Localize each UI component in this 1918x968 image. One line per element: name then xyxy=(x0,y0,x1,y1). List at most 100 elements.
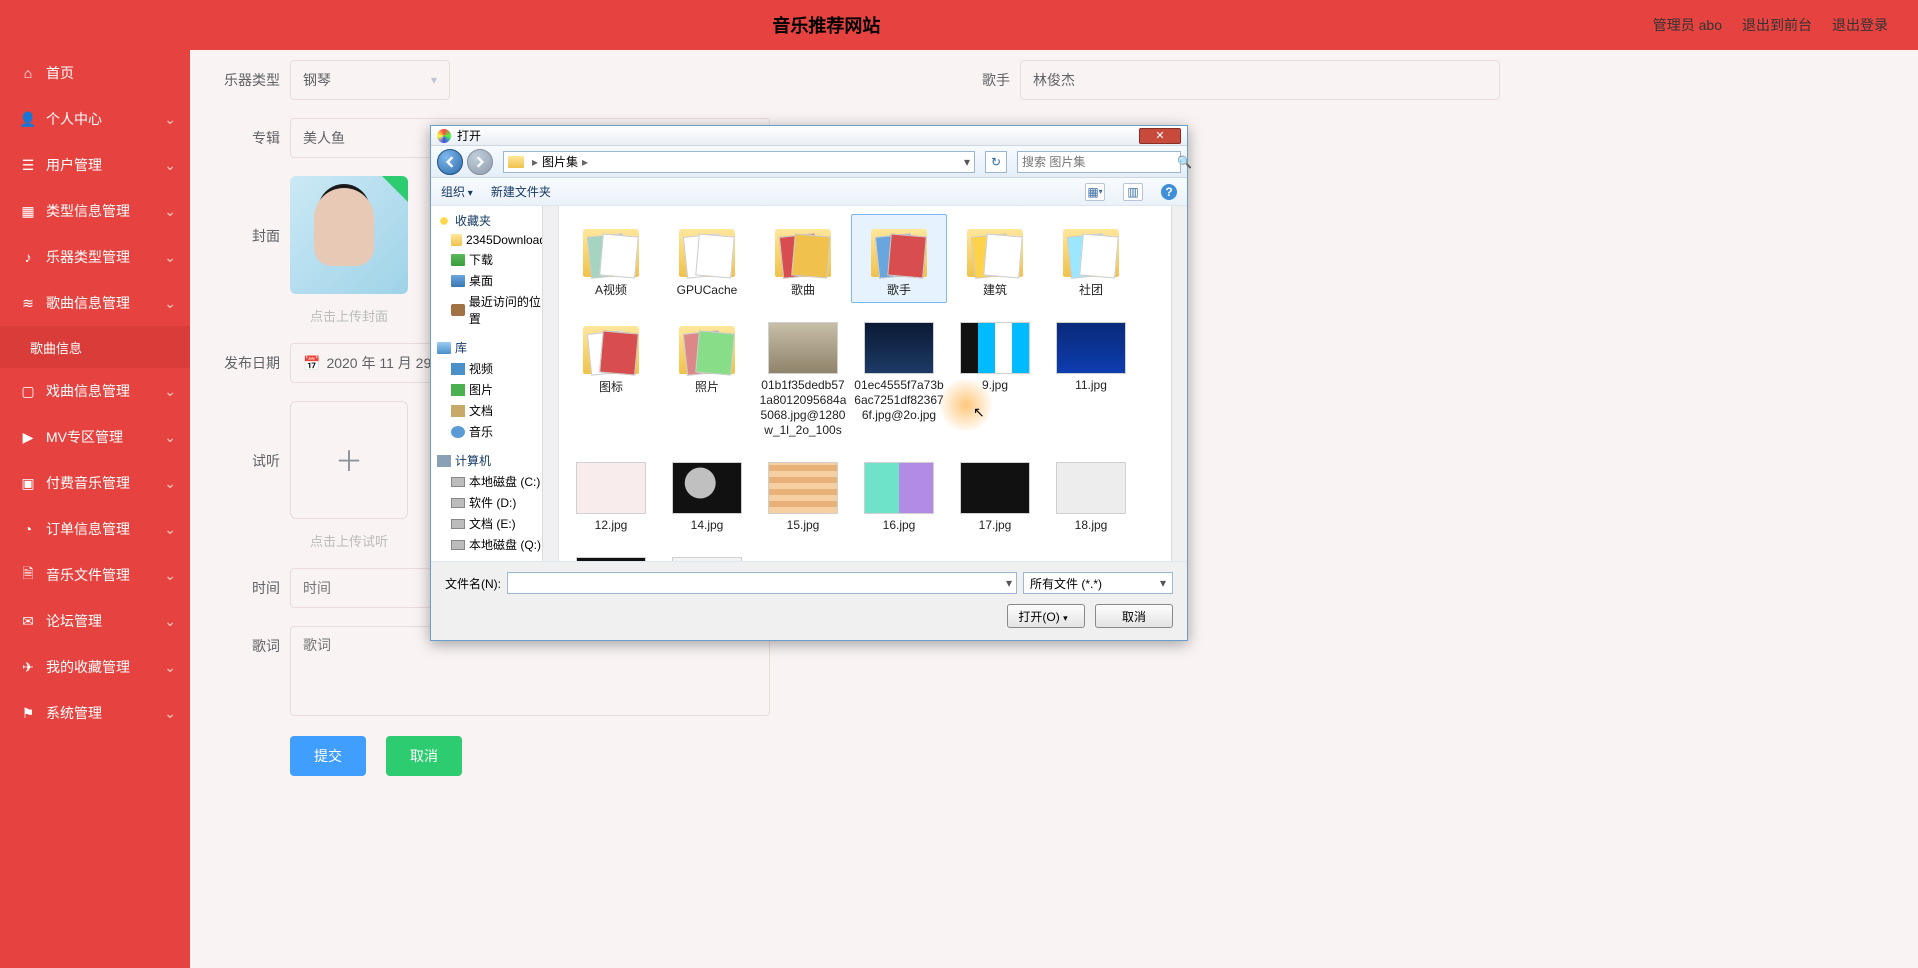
chevron-down-icon: ⌄ xyxy=(164,659,176,676)
back-button[interactable] xyxy=(437,149,463,175)
dialog-titlebar[interactable]: 打开 ✕ xyxy=(431,126,1187,146)
image-thumbnail xyxy=(960,322,1030,374)
chevron-down-icon: ⌄ xyxy=(164,111,176,128)
tree-item[interactable]: 2345Downloads xyxy=(431,231,558,249)
folder-item[interactable]: 照片 xyxy=(659,311,755,443)
sidebar-item-label: 用户管理 xyxy=(46,155,102,175)
sidebar-item-instrument[interactable]: ♪ 乐器类型管理⌄ xyxy=(0,234,190,280)
chevron-down-icon: ⌄ xyxy=(164,383,176,400)
sidebar-item-flag[interactable]: ⚑ 系统管理⌄ xyxy=(0,690,190,736)
folder-item[interactable]: 歌手 xyxy=(851,214,947,303)
tree-item[interactable]: 音乐 xyxy=(431,421,558,442)
folder-item[interactable]: 社团 xyxy=(1043,214,1139,303)
folder-item[interactable]: 建筑 xyxy=(947,214,1043,303)
filename-dropdown-icon[interactable]: ▾ xyxy=(1006,576,1012,590)
instrument-select[interactable]: 钢琴 ▾ xyxy=(290,60,450,100)
tree-item[interactable]: 下载 xyxy=(431,249,558,270)
preview-pane-button[interactable]: ▥ xyxy=(1123,183,1143,201)
view-mode-button[interactable]: ▦▾ xyxy=(1085,183,1105,201)
singer-input[interactable] xyxy=(1020,60,1500,100)
logout-link[interactable]: 退出登录 xyxy=(1832,15,1888,35)
image-item[interactable]: 16.jpg xyxy=(851,451,947,538)
filename-field[interactable] xyxy=(512,576,1006,590)
file-name: 图标 xyxy=(599,380,623,395)
path-root[interactable]: 图片集 xyxy=(542,153,578,170)
sidebar-item-paid[interactable]: ▣ 付费音乐管理⌄ xyxy=(0,460,190,506)
drive-icon xyxy=(451,519,465,529)
label-time: 时间 xyxy=(220,578,280,598)
folder-item[interactable]: 歌曲 xyxy=(755,214,851,303)
organize-menu[interactable]: 组织 xyxy=(441,183,473,200)
sidebar-subitem[interactable]: 歌曲信息 xyxy=(0,326,190,368)
tree-group-head[interactable]: 库 xyxy=(431,337,558,358)
tree-item[interactable]: 本地磁盘 (Q:) xyxy=(431,534,558,555)
lib-icon xyxy=(437,342,451,354)
sidebar-item-users[interactable]: ☰ 用户管理⌄ xyxy=(0,142,190,188)
file-scrollbar[interactable] xyxy=(1171,206,1187,561)
sidebar-item-order[interactable]: ◔ 订单信息管理⌄ xyxy=(0,506,190,552)
upload-audio-box[interactable]: ＋ xyxy=(290,401,408,519)
sidebar-item-star[interactable]: ✈ 我的收藏管理⌄ xyxy=(0,644,190,690)
filename-input[interactable]: ▾ xyxy=(507,572,1017,594)
image-item[interactable]: 15.jpg xyxy=(755,451,851,538)
tree-item[interactable]: 图片 xyxy=(431,379,558,400)
sidebar-item-label: 类型信息管理 xyxy=(46,201,130,221)
tree-item[interactable]: 桌面 xyxy=(431,270,558,291)
image-item[interactable]: 01b1f35dedb571a8012095684a5068.jpg@1280w… xyxy=(755,311,851,443)
path-bar[interactable]: ▸ 图片集 ▸ ▾ xyxy=(503,151,975,173)
tree-item[interactable]: 本地磁盘 (C:) xyxy=(431,471,558,492)
image-item[interactable]: 17.jpg xyxy=(947,451,1043,538)
folder-icon xyxy=(765,219,841,279)
folder-item[interactable]: 图标 xyxy=(563,311,659,443)
fold-icon xyxy=(451,234,462,246)
sidebar-item-opera[interactable]: ▢ 戏曲信息管理⌄ xyxy=(0,368,190,414)
sidebar-item-mv[interactable]: ▶ MV专区管理⌄ xyxy=(0,414,190,460)
image-item[interactable]: 12.jpg xyxy=(563,451,659,538)
tree-group-head[interactable]: 收藏夹 xyxy=(431,210,558,231)
tree-scrollbar[interactable] xyxy=(542,206,558,561)
admin-label[interactable]: 管理员 abo xyxy=(1653,15,1722,35)
cancel-button[interactable]: 取消 xyxy=(386,736,462,776)
help-button[interactable]: ? xyxy=(1161,184,1177,200)
pic-icon xyxy=(451,384,465,396)
close-button[interactable]: ✕ xyxy=(1139,128,1181,144)
image-item[interactable]: 11.jpg xyxy=(1043,311,1139,443)
image-item[interactable]: 18.jpg xyxy=(1043,451,1139,538)
image-item[interactable]: 14.jpg xyxy=(659,451,755,538)
tree-item[interactable]: 最近访问的位置 xyxy=(431,291,558,329)
search-box[interactable]: 🔍 xyxy=(1017,151,1181,173)
submit-button[interactable]: 提交 xyxy=(290,736,366,776)
path-dropdown-icon[interactable]: ▾ xyxy=(964,155,970,169)
dialog-cancel-button[interactable]: 取消 xyxy=(1095,604,1173,628)
folder-tree[interactable]: 收藏夹2345Downloads下载桌面最近访问的位置库视频图片文档音乐计算机本… xyxy=(431,206,559,561)
tree-group-head[interactable]: 计算机 xyxy=(431,450,558,471)
sidebar-item-file[interactable]: 🗎 音乐文件管理⌄ xyxy=(0,552,190,598)
tree-item[interactable]: 文档 (E:) xyxy=(431,513,558,534)
tree-item[interactable]: 文档 xyxy=(431,400,558,421)
folder-item[interactable]: GPUCache xyxy=(659,214,755,303)
file-list[interactable]: A视频 GPUCache 歌曲 歌手 建筑 社团 图标 照片 01b1f35de… xyxy=(559,206,1187,561)
search-input[interactable] xyxy=(1022,155,1177,169)
tree-item[interactable]: 软件 (D:) xyxy=(431,492,558,513)
to-frontend-link[interactable]: 退出到前台 xyxy=(1742,15,1812,35)
sidebar-item-song[interactable]: ≋ 歌曲信息管理⌄ xyxy=(0,280,190,326)
sidebar-item-category[interactable]: ▦ 类型信息管理⌄ xyxy=(0,188,190,234)
filter-dropdown-icon[interactable]: ▾ xyxy=(1160,576,1166,590)
file-filter-select[interactable]: 所有文件 (*.*) ▾ xyxy=(1023,572,1173,594)
sidebar-item-user[interactable]: 👤 个人中心⌄ xyxy=(0,96,190,142)
image-item[interactable] xyxy=(563,546,659,561)
image-item[interactable]: 9.jpg xyxy=(947,311,1043,443)
image-item[interactable] xyxy=(659,546,755,561)
tree-item[interactable]: 视频 xyxy=(431,358,558,379)
cover-thumbnail[interactable] xyxy=(290,176,408,294)
forward-button[interactable] xyxy=(467,149,493,175)
new-folder-button[interactable]: 新建文件夹 xyxy=(491,183,551,200)
refresh-button[interactable]: ↻ xyxy=(985,151,1007,173)
image-item[interactable]: 01ec4555f7a73b6ac7251df823676f.jpg@2o.jp… xyxy=(851,311,947,443)
file-name: 01ec4555f7a73b6ac7251df823676f.jpg@2o.jp… xyxy=(854,378,944,423)
singer-field[interactable] xyxy=(1033,72,1487,88)
sidebar-item-forum[interactable]: ✉ 论坛管理⌄ xyxy=(0,598,190,644)
sidebar-item-home[interactable]: ⌂ 首页 xyxy=(0,50,190,96)
folder-item[interactable]: A视频 xyxy=(563,214,659,303)
dialog-open-button[interactable]: 打开(O) ▾ xyxy=(1007,604,1085,628)
